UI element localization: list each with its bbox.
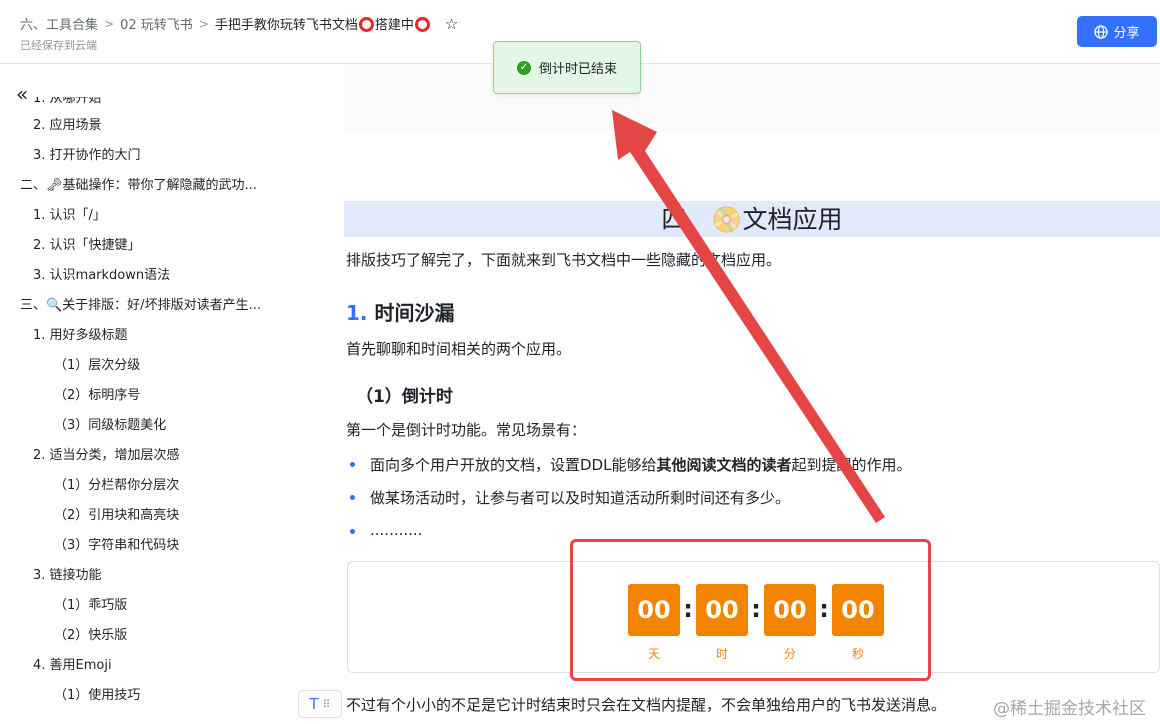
heading-text: 时间沙漏 — [374, 301, 455, 325]
red-circle-icon — [414, 17, 430, 32]
toc-item[interactable]: 3. 打开协作的大门 — [0, 141, 300, 171]
share-button[interactable]: 分享 — [1077, 16, 1157, 47]
breadcrumb-item-feishu[interactable]: 02 玩转飞书 — [120, 14, 193, 33]
toc-item[interactable]: （2）标明序号 — [0, 381, 300, 411]
chevron-right-icon: > — [104, 16, 115, 31]
toc-item[interactable]: 三、🔍关于排版：好/坏排版对读者产生... — [0, 291, 300, 321]
toc-item[interactable]: （1）乖巧版 — [0, 591, 300, 621]
list-item-text: 面向多个用户开放的文档，设置DDL能够给 — [370, 456, 657, 474]
toc-item[interactable]: 二、🗝基础操作：带你了解隐藏的武功... — [0, 171, 300, 201]
watermark: @稀土掘金技术社区 — [993, 699, 1146, 719]
toc-item[interactable]: （3）同级标题美化 — [0, 411, 300, 441]
doc-title-prefix: 手把手教你玩转飞书文档 — [214, 18, 358, 33]
heading-3: （1）倒计时 — [356, 387, 453, 407]
toast-text: 倒计时已结束 — [538, 62, 617, 77]
red-circle-icon — [358, 17, 374, 32]
globe-icon — [1094, 24, 1109, 39]
list-item: ........... — [349, 521, 423, 539]
heading-number: 1. — [346, 301, 368, 325]
list-item-text: 起到提醒的作用。 — [791, 456, 912, 474]
save-status: 已经保存到云端 — [20, 39, 97, 52]
toc-item[interactable]: 2. 应用场景 — [0, 111, 300, 141]
heading-2: 1. 时间沙漏 — [346, 297, 454, 326]
toc-item[interactable]: 2. 认识「快捷键」 — [0, 231, 300, 261]
list-item-bold: 其他阅读文档的读者 — [656, 456, 792, 474]
toc-item[interactable]: 3. 链接功能 — [0, 561, 300, 591]
chevron-right-icon: > — [198, 16, 209, 31]
annotation-highlight-box — [570, 539, 931, 681]
list-item: 面向多个用户开放的文档，设置DDL能够给其他阅读文档的读者起到提醒的作用。 — [350, 454, 912, 475]
paragraph: 不过有个小小的不足是它计时结束时只会在文档内提醒，不会单独给用户的飞书发送消息。 — [346, 696, 947, 714]
list-item: 做某场活动时，让参与者可以及时知道活动所剩时间还有多少。 — [349, 489, 791, 507]
block-handle[interactable]: T ⠿ — [298, 690, 342, 718]
toc-item[interactable]: 1. 从哪开始 — [0, 97, 300, 111]
drag-handle-icon: ⠿ — [322, 697, 331, 711]
document-body: 四、📀文档应用 排版技巧了解完了，下面就来到飞书文档中一些隐藏的文档应用。 1.… — [300, 64, 1160, 724]
toc-item[interactable]: 2. 适当分类，增加层次感 — [0, 441, 300, 471]
table-of-contents: 1. 从哪开始 2. 应用场景 3. 打开协作的大门 二、🗝基础操作：带你了解隐藏的… — [0, 97, 300, 711]
paragraph: 第一个是倒计时功能。常见场景有： — [346, 421, 587, 439]
text-block-icon: T — [309, 695, 319, 713]
paragraph: 排版技巧了解完了，下面就来到飞书文档中一些隐藏的文档应用。 — [346, 251, 782, 269]
toc-item[interactable]: （2）引用块和高亮块 — [0, 501, 300, 531]
share-button-label: 分享 — [1113, 26, 1140, 41]
breadcrumb-item-tools[interactable]: 六、工具合集 — [20, 14, 98, 33]
star-icon[interactable]: ☆ — [445, 15, 458, 33]
check-circle-icon: ✓ — [516, 60, 531, 75]
section-heading: 四、📀文档应用 — [344, 201, 1160, 237]
toc-item[interactable]: （1）分栏帮你分层次 — [0, 471, 300, 501]
toc-item[interactable]: （1）使用技巧 — [0, 681, 300, 711]
doc-title: 手把手教你玩转飞书文档 搭建中 — [215, 14, 431, 33]
toc-item[interactable]: 3. 认识markdown语法 — [0, 261, 300, 291]
toast-notification: ✓ 倒计时已结束 — [493, 41, 641, 94]
toc-item[interactable]: （2）快乐版 — [0, 621, 300, 651]
doc-title-middle: 搭建中 — [374, 18, 414, 33]
toc-item[interactable]: 1. 认识「/」 — [0, 201, 300, 231]
toc-item[interactable]: （1）层次分级 — [0, 351, 300, 381]
paragraph: 首先聊聊和时间相关的两个应用。 — [346, 340, 572, 358]
toc-item[interactable]: 1. 用好多级标题 — [0, 321, 300, 351]
breadcrumb: 六、工具合集 > 02 玩转飞书 > 手把手教你玩转飞书文档 搭建中 ☆ — [20, 14, 458, 34]
toc-item[interactable]: 4. 善用Emoji — [0, 651, 300, 681]
embed-placeholder — [344, 64, 1160, 132]
toc-item[interactable]: （3）字符串和代码块 — [0, 531, 300, 561]
